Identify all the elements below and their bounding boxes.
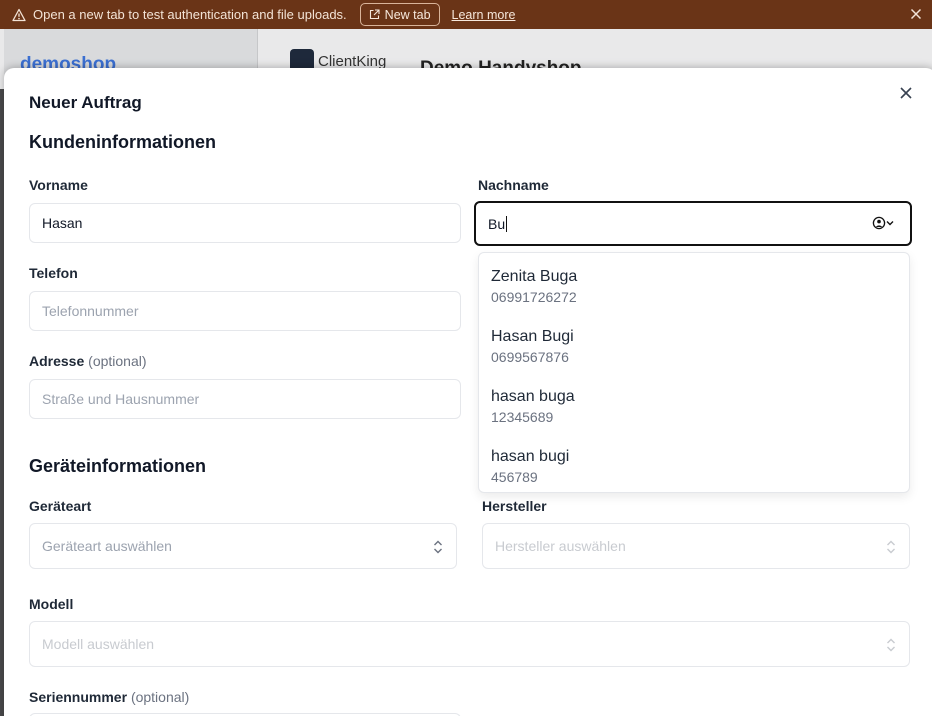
chevron-up-down-icon (887, 540, 895, 554)
new-tab-button[interactable]: New tab (359, 3, 440, 26)
learn-more-link[interactable]: Learn more (452, 8, 516, 22)
address-input[interactable]: Straße und Hausnummer (29, 379, 461, 419)
banner-message: Open a new tab to test authentication an… (33, 7, 347, 22)
suggestion-item[interactable]: hasan buga 12345689 (491, 388, 575, 425)
manufacturer-label: Hersteller (482, 498, 547, 514)
address-optional-hint: (optional) (88, 353, 147, 369)
serial-label: Seriennummer (optional) (29, 689, 189, 705)
suggestion-phone: 12345689 (491, 409, 554, 425)
suggestion-name: hasan bugi (491, 448, 570, 465)
suggestion-item[interactable]: hasan bugi 456789 (491, 448, 569, 485)
suggestion-phone: 0699567876 (491, 349, 569, 365)
suggestion-item[interactable]: Hasan Bugi 0699567876 (491, 328, 574, 365)
manufacturer-placeholder: Hersteller auswählen (495, 538, 626, 554)
address-label: Adresse (optional) (29, 353, 147, 369)
last-name-input[interactable]: Bu (474, 201, 912, 246)
last-name-value: Bu (488, 215, 506, 232)
phone-label: Telefon (29, 265, 78, 281)
chevron-up-down-icon (887, 638, 895, 652)
phone-placeholder: Telefonnummer (42, 303, 139, 319)
top-banner: Open a new tab to test authentication an… (0, 0, 932, 29)
close-icon[interactable] (908, 6, 924, 22)
device-type-label: Geräteart (29, 498, 92, 514)
customer-section-heading: Kundeninformationen (29, 132, 216, 152)
suggestion-name: Zenita Buga (491, 268, 578, 285)
warning-triangle-icon (12, 8, 26, 22)
address-placeholder: Straße und Hausnummer (42, 391, 200, 407)
suggestion-phone: 06991726272 (491, 289, 577, 305)
first-name-label: Vorname (29, 177, 88, 193)
address-label-text: Adresse (29, 353, 85, 369)
dialog-title: Neuer Auftrag (29, 93, 142, 112)
first-name-input[interactable]: Hasan (29, 203, 461, 243)
model-select[interactable]: Modell auswählen (29, 621, 910, 667)
suggestion-name: Hasan Bugi (491, 328, 574, 345)
first-name-value: Hasan (42, 215, 83, 231)
device-type-placeholder: Geräteart auswählen (42, 538, 172, 554)
model-label: Modell (29, 596, 74, 612)
serial-label-text: Seriennummer (29, 689, 128, 705)
manufacturer-select[interactable]: Hersteller auswählen (482, 523, 910, 569)
close-icon[interactable] (898, 85, 914, 101)
device-type-select[interactable]: Geräteart auswählen (29, 523, 457, 569)
suggestion-phone: 456789 (491, 469, 538, 485)
phone-input[interactable]: Telefonnummer (29, 291, 461, 331)
logo-text: ClientKing (318, 52, 387, 70)
suggestion-item[interactable]: Zenita Buga 06991726272 (491, 268, 577, 305)
model-placeholder: Modell auswählen (42, 636, 155, 652)
suggestion-name: hasan buga (491, 388, 575, 405)
device-section-heading: Geräteinformationen (29, 456, 207, 476)
new-tab-label: New tab (384, 7, 431, 22)
external-link-icon (369, 9, 380, 20)
serial-optional-hint: (optional) (130, 689, 190, 705)
last-name-label: Nachname (478, 177, 549, 193)
text-caret (506, 215, 508, 232)
user-circle-chevron-icon[interactable] (872, 215, 898, 231)
chevron-up-down-icon (434, 540, 442, 554)
customer-suggestions-dropdown: Zenita Buga 06991726272 Hasan Bugi 06995… (478, 252, 910, 493)
